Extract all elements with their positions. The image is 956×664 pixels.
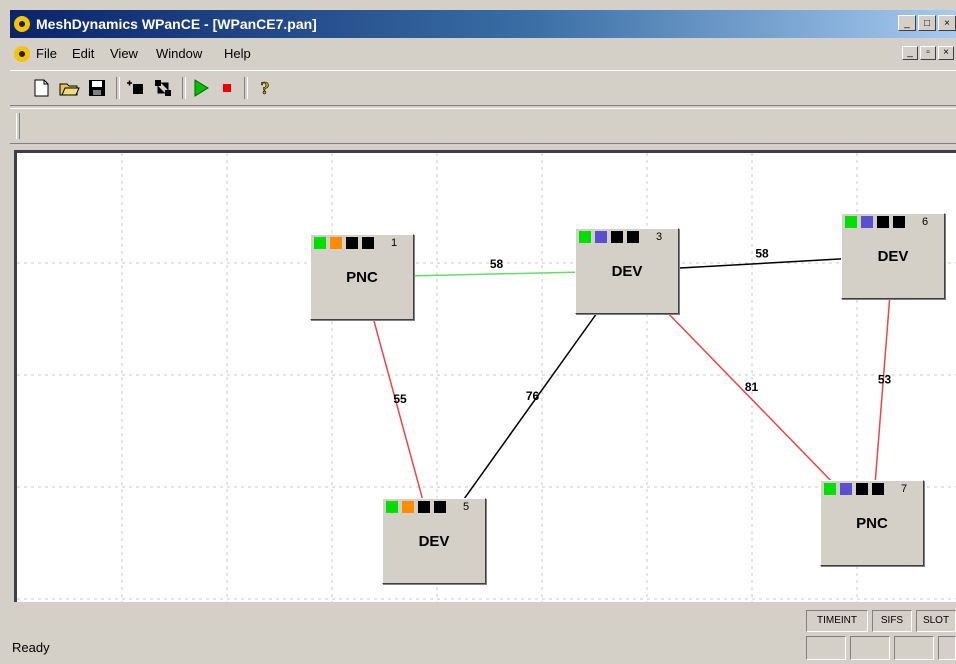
node-number: 1 [391,237,398,249]
menu-edit[interactable]: Edit [72,46,94,61]
menu-help[interactable]: Help [224,46,251,61]
stop-icon[interactable] [216,77,238,99]
node-indicator [314,237,326,249]
node-indicator [434,501,446,513]
toolbar-separator [244,77,248,99]
menu-window[interactable]: Window [156,46,202,61]
node-indicator [877,216,889,228]
node-indicator [595,231,607,243]
node-indicator [346,237,358,249]
node-number: 6 [922,216,929,228]
node-number: 3 [656,231,663,243]
close-button[interactable]: × [938,15,956,31]
node-dev-3[interactable]: 3 DEV [575,228,679,314]
maximize-button[interactable]: □ [918,15,936,31]
node-indicator [872,483,884,495]
app-radiation-icon[interactable] [14,16,30,32]
node-indicator [845,216,857,228]
open-folder-icon[interactable] [58,77,80,99]
node-label: PNC [856,515,888,532]
minimize-button[interactable]: _ [898,15,916,31]
node-indicator [330,237,342,249]
child-minimize-button[interactable]: _ [902,46,918,60]
status-text: Ready [12,640,50,655]
node-label: DEV [418,533,450,550]
node-dev-6[interactable]: 6 DEV [841,213,945,299]
node-number: 5 [463,501,470,513]
status-panel [850,636,890,660]
slot-indicator: SLOT [916,610,956,632]
node-indicator [861,216,873,228]
new-file-icon[interactable] [30,77,52,99]
node-indicator [362,237,374,249]
svg-text:?: ? [261,78,270,98]
sifs-indicator: SIFS [872,610,912,632]
secondary-toolbar [10,108,956,144]
toolbar-separator [182,77,186,99]
node-pnc-1[interactable]: 1 PNC [310,234,414,320]
node-indicator [627,231,639,243]
node-indicator [611,231,623,243]
node-indicator [856,483,868,495]
add-node-icon[interactable] [124,77,146,99]
size-grip[interactable] [938,636,956,660]
status-panel [894,636,934,660]
node-number: 7 [901,483,908,495]
node-label: DEV [877,248,909,265]
link-label: 53 [878,373,892,387]
document-radiation-icon[interactable] [14,46,30,62]
node-pnc-7[interactable]: 7 PNC [820,480,924,566]
link-label: 58 [755,247,769,261]
child-close-button[interactable]: × [938,46,954,60]
node-indicator [402,501,414,513]
link-label: 81 [745,380,759,394]
node-indicator [893,216,905,228]
link-label: 58 [490,257,504,271]
title-bar: MeshDynamics WPanCE - [WPanCE7.pan] _ □ … [10,10,956,38]
save-icon[interactable] [86,77,108,99]
child-restore-button[interactable]: ▫ [920,46,936,60]
status-bar: TIMEINT SIFS SLOT Ready [10,606,956,664]
network-graph: 585855 768153 [17,153,956,602]
menu-bar: File Edit View Window Help _ ▫ × [10,42,956,66]
node-label: PNC [346,269,378,286]
timeint-indicator: TIMEINT [806,610,868,632]
node-indicator [386,501,398,513]
node-indicator [824,483,836,495]
toolbar-grip[interactable] [16,113,20,139]
toolbar-separator [116,77,120,99]
main-toolbar: ? [10,70,956,106]
menu-file[interactable]: File [36,46,57,61]
window-title: MeshDynamics WPanCE - [WPanCE7.pan] [36,16,317,32]
status-panel [806,636,846,660]
menu-view[interactable]: View [110,46,138,61]
node-indicator [418,501,430,513]
node-label: DEV [611,263,643,280]
node-indicator [579,231,591,243]
connect-nodes-icon[interactable] [152,77,174,99]
link-label: 55 [393,392,407,406]
link-label: 76 [526,389,540,403]
play-icon[interactable] [190,77,212,99]
node-dev-5[interactable]: 5 DEV [382,498,486,584]
network-canvas[interactable]: 58 58 55 76 81 53 1 PNC 3 DEV 6 DEV 5 DEV [14,150,956,602]
node-indicator [840,483,852,495]
help-icon[interactable]: ? [254,77,276,99]
